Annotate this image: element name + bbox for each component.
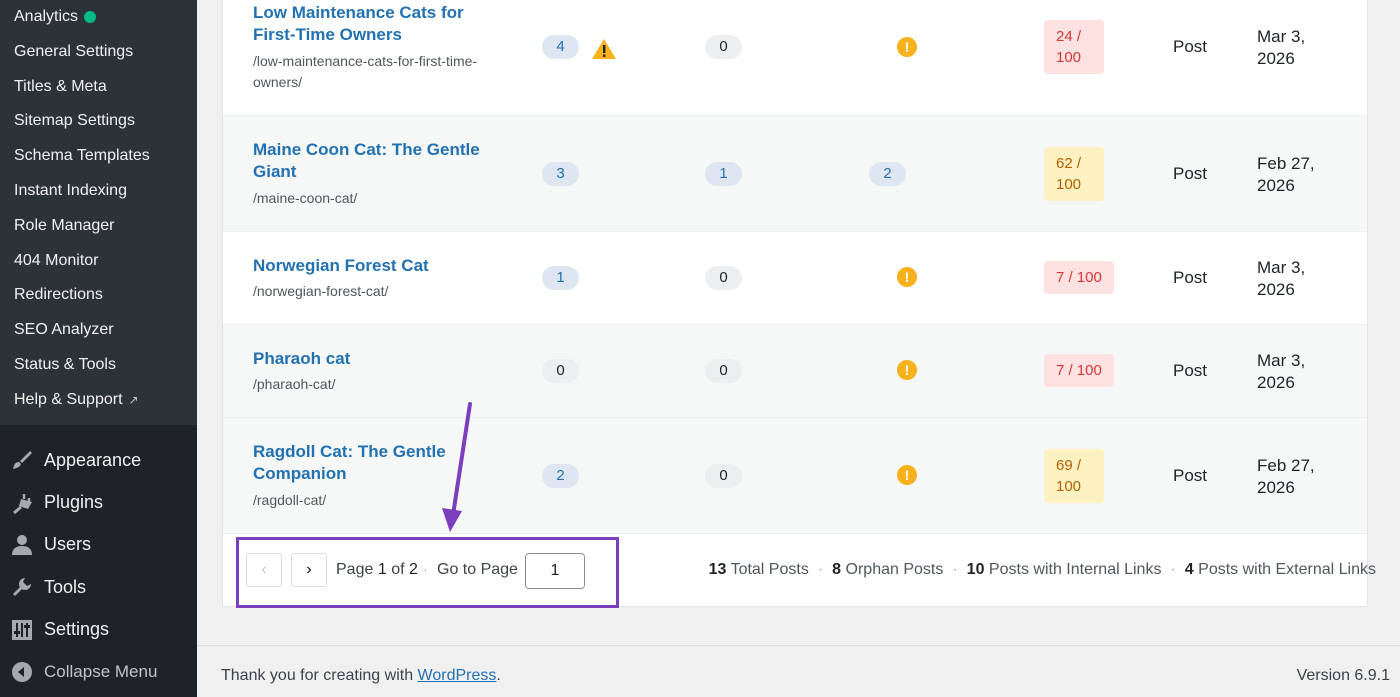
seo-score-badge: 24 / 100 [1044,20,1104,74]
page-indicator: Page 1 of 2 [336,561,418,578]
submenu-item-sitemap-settings[interactable]: Sitemap Settings [0,104,197,139]
collapse-icon [10,660,34,684]
post-date: Mar 3, 2026 [1257,351,1306,392]
post-type: Post [1173,268,1208,287]
link-stats-summary: 13 Total Posts · 8 Orphan Posts · 10 Posts w… [708,561,1376,578]
link-analysis-panel: Low Maintenance Cats for First-Time Owne… [222,0,1368,607]
post-type: Post [1173,164,1208,183]
external-link-icon: ↗ [128,392,139,407]
warning-circle-icon: ! [897,360,917,380]
warning-triangle-icon [591,38,617,60]
post-date: Feb 27, 2026 [1257,456,1315,497]
post-title-link[interactable]: Pharaoh cat [253,348,493,370]
submenu-item-titles-meta[interactable]: Titles & Meta [0,70,197,105]
seo-score-badge: 7 / 100 [1044,354,1114,387]
post-date: Mar 3, 2026 [1257,27,1306,68]
post-title-link[interactable]: Norwegian Forest Cat [253,255,493,277]
seo-score-badge: 7 / 100 [1044,261,1114,294]
admin-menu: Appearance Plugins Users Tools Settings … [0,425,197,693]
internal-links-count: 3 [542,162,579,186]
table-row: Low Maintenance Cats for First-Time Owne… [223,0,1367,116]
submenu-item-general-settings[interactable]: General Settings [0,35,197,70]
post-type: Post [1173,37,1208,56]
menu-item-settings[interactable]: Settings [0,609,197,651]
external-links-count: 0 [705,359,742,383]
submenu-item-help-support[interactable]: Help & Support ↗ [0,383,197,418]
post-slug: /pharaoh-cat/ [253,376,336,392]
table-row: Pharaoh cat /pharaoh-cat/ 0 0 ! 7 / 100 … [223,325,1367,418]
submenu-item-seo-analyzer[interactable]: SEO Analyzer [0,313,197,348]
table-row: Norwegian Forest Cat /norwegian-forest-c… [223,232,1367,325]
submenu-item-status-tools[interactable]: Status & Tools [0,348,197,383]
post-type: Post [1173,361,1208,380]
post-date: Feb 27, 2026 [1257,154,1315,195]
incoming-links-count: 2 [869,162,906,186]
submenu-item-schema-templates[interactable]: Schema Templates [0,139,197,174]
sliders-icon [10,618,34,642]
post-title-link[interactable]: Ragdoll Cat: The Gentle Companion [253,441,493,485]
user-icon [10,533,34,557]
external-links-count: 1 [705,162,742,186]
post-slug: /maine-coon-cat/ [253,190,358,206]
post-title-link[interactable]: Low Maintenance Cats for First-Time Owne… [253,2,493,46]
post-date: Mar 3, 2026 [1257,258,1306,299]
post-slug: /low-maintenance-cats-for-first-time-own… [253,53,478,90]
internal-links-count: 1 [542,266,579,290]
collapse-menu-button[interactable]: Collapse Menu [0,651,197,693]
warning-circle-icon: ! [897,267,917,287]
seo-score-badge: 62 / 100 [1044,147,1104,201]
external-links-count: 0 [705,266,742,290]
footer-thanks: Thank you for creating with WordPress. [221,667,501,684]
wordpress-link[interactable]: WordPress [418,667,497,684]
post-type: Post [1173,466,1208,485]
external-links-count: 0 [705,35,742,59]
goto-page-input[interactable] [525,553,585,589]
submenu-item-role-manager[interactable]: Role Manager [0,209,197,244]
separator-dot: · [423,561,428,577]
rank-math-submenu: Analytics General Settings Titles & Meta… [0,0,197,425]
status-dot-icon [84,11,97,24]
warning-circle-icon: ! [897,465,917,485]
admin-footer: Thank you for creating with WordPress. V… [197,645,1400,697]
warning-circle-icon: ! [897,37,917,57]
menu-item-tools[interactable]: Tools [0,566,197,608]
menu-item-plugins[interactable]: Plugins [0,481,197,523]
internal-links-count: 4 [542,35,579,59]
post-title-link[interactable]: Maine Coon Cat: The Gentle Giant [253,139,493,183]
table-row: Maine Coon Cat: The Gentle Giant /maine-… [223,116,1367,232]
submenu-item-instant-indexing[interactable]: Instant Indexing [0,174,197,209]
admin-sidebar: Analytics General Settings Titles & Meta… [0,0,197,697]
next-page-button[interactable]: › [291,553,327,587]
seo-score-badge: 69 / 100 [1044,449,1104,503]
main-content: Low Maintenance Cats for First-Time Owne… [197,0,1400,697]
wp-version: Version 6.9.1 [1296,667,1390,684]
post-slug: /ragdoll-cat/ [253,492,327,508]
goto-page-label: Go to Page [437,561,518,578]
submenu-item-analytics[interactable]: Analytics [0,0,197,35]
table-row: Ragdoll Cat: The Gentle Companion /ragdo… [223,418,1367,534]
wrench-icon [10,575,34,599]
submenu-item-404-monitor[interactable]: 404 Monitor [0,244,197,279]
internal-links-count: 0 [542,359,579,383]
menu-item-users[interactable]: Users [0,524,197,566]
submenu-item-redirections[interactable]: Redirections [0,278,197,313]
prev-page-button[interactable]: ‹ [246,553,282,587]
post-slug: /norwegian-forest-cat/ [253,283,389,299]
plug-icon [10,491,34,515]
paintbrush-icon [10,448,34,472]
menu-item-appearance[interactable]: Appearance [0,439,197,481]
internal-links-count: 2 [542,464,579,488]
external-links-count: 0 [705,464,742,488]
